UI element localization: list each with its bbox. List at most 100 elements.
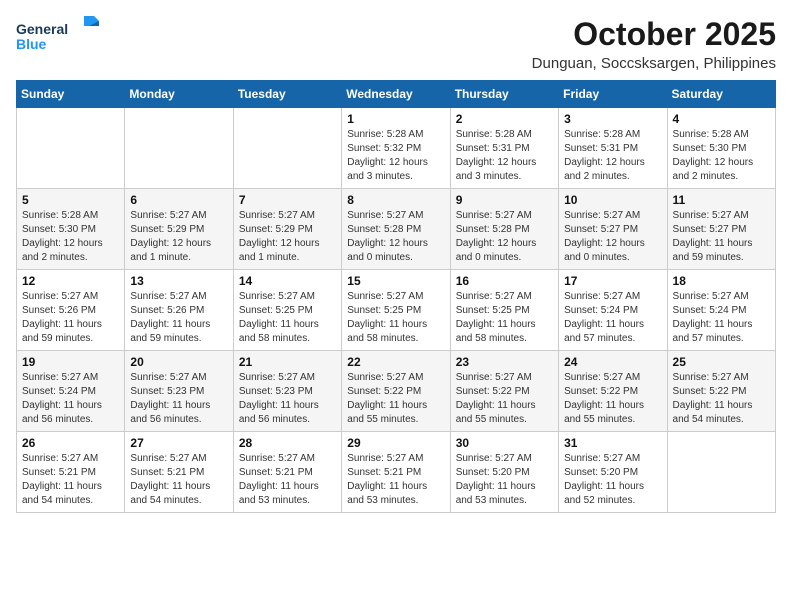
calendar-cell: 12Sunrise: 5:27 AMSunset: 5:26 PMDayligh…: [17, 270, 125, 351]
day-number: 10: [564, 193, 661, 207]
day-number: 3: [564, 112, 661, 126]
day-info: Sunrise: 5:27 AMSunset: 5:22 PMDaylight:…: [673, 371, 770, 427]
calendar-cell: 23 Sunrise: 5:27 AMSunset: 5:22 PMDayligh…: [450, 351, 558, 432]
calendar-week-5: 26Sunrise: 5:27 AMSunset: 5:21 PMDayligh…: [17, 432, 776, 513]
calendar-cell: 3 Sunrise: 5:28 AMSunset: 5:31 PMDaylight…: [559, 108, 667, 189]
weekday-header-saturday: Saturday: [667, 81, 775, 108]
day-info: Sunrise: 5:27 AMSunset: 5:21 PMDaylight:…: [347, 452, 444, 508]
day-number: 24: [564, 355, 661, 369]
svg-text:General: General: [16, 21, 68, 37]
day-number: 1: [347, 112, 444, 126]
day-info: Sunrise: 5:27 AMSunset: 5:21 PMDaylight:…: [22, 452, 119, 508]
calendar-cell: 22 Sunrise: 5:27 AMSunset: 5:22 PMDayligh…: [342, 351, 450, 432]
day-number: 30: [456, 436, 553, 450]
calendar-cell: 27Sunrise: 5:27 AMSunset: 5:21 PMDayligh…: [125, 432, 233, 513]
day-info: Sunrise: 5:27 AMSunset: 5:28 PMDaylight:…: [347, 209, 444, 265]
subtitle: Dunguan, Soccsksargen, Philippines: [532, 55, 776, 72]
day-info: Sunrise: 5:27 AMSunset: 5:20 PMDaylight:…: [456, 452, 553, 508]
day-number: 28: [239, 436, 336, 450]
calendar-cell: 2 Sunrise: 5:28 AMSunset: 5:31 PMDaylight…: [450, 108, 558, 189]
calendar-cell: 26Sunrise: 5:27 AMSunset: 5:21 PMDayligh…: [17, 432, 125, 513]
day-info: Sunrise: 5:27 AMSunset: 5:22 PMDaylight:…: [456, 371, 553, 427]
calendar-cell: 18 Sunrise: 5:27 AMSunset: 5:24 PMDayligh…: [667, 270, 775, 351]
day-info: Sunrise: 5:27 AMSunset: 5:25 PMDaylight:…: [456, 290, 553, 346]
day-number: 17: [564, 274, 661, 288]
day-number: 6: [130, 193, 227, 207]
calendar-week-1: 1Sunrise: 5:28 AMSunset: 5:32 PMDaylight…: [17, 108, 776, 189]
calendar-cell: 16Sunrise: 5:27 AMSunset: 5:25 PMDayligh…: [450, 270, 558, 351]
day-number: 9: [456, 193, 553, 207]
day-info: Sunrise: 5:27 AMSunset: 5:29 PMDaylight:…: [130, 209, 227, 265]
svg-text:Blue: Blue: [16, 36, 47, 52]
calendar-cell: 8 Sunrise: 5:27 AMSunset: 5:28 PMDaylight…: [342, 189, 450, 270]
calendar-body: 1Sunrise: 5:28 AMSunset: 5:32 PMDaylight…: [17, 108, 776, 513]
calendar-cell: 31 Sunrise: 5:27 AMSunset: 5:20 PMDayligh…: [559, 432, 667, 513]
logo-svg: General Blue: [16, 16, 106, 56]
day-info: Sunrise: 5:28 AMSunset: 5:31 PMDaylight:…: [456, 128, 553, 184]
calendar-cell: 24 Sunrise: 5:27 AMSunset: 5:22 PMDayligh…: [559, 351, 667, 432]
month-title: October 2025: [532, 16, 776, 53]
calendar-cell: 20 Sunrise: 5:27 AMSunset: 5:23 PMDayligh…: [125, 351, 233, 432]
day-number: 7: [239, 193, 336, 207]
day-number: 2: [456, 112, 553, 126]
calendar-header: SundayMondayTuesdayWednesdayThursdayFrid…: [17, 81, 776, 108]
calendar-cell: 17Sunrise: 5:27 AMSunset: 5:24 PMDayligh…: [559, 270, 667, 351]
day-number: 18: [673, 274, 770, 288]
calendar-cell: 15Sunrise: 5:27 AMSunset: 5:25 PMDayligh…: [342, 270, 450, 351]
calendar-cell: 14 Sunrise: 5:27 AMSunset: 5:25 PMDayligh…: [233, 270, 341, 351]
day-number: 5: [22, 193, 119, 207]
logo: General Blue: [16, 16, 106, 56]
calendar-cell: 10 Sunrise: 5:27 AMSunset: 5:27 PMDayligh…: [559, 189, 667, 270]
day-number: 31: [564, 436, 661, 450]
day-info: Sunrise: 5:27 AMSunset: 5:26 PMDaylight:…: [22, 290, 119, 346]
day-info: Sunrise: 5:27 AMSunset: 5:21 PMDaylight:…: [239, 452, 336, 508]
day-info: Sunrise: 5:27 AMSunset: 5:29 PMDaylight:…: [239, 209, 336, 265]
day-info: Sunrise: 5:27 AMSunset: 5:27 PMDaylight:…: [673, 209, 770, 265]
day-number: 19: [22, 355, 119, 369]
calendar-cell: 9 Sunrise: 5:27 AMSunset: 5:28 PMDaylight…: [450, 189, 558, 270]
day-info: Sunrise: 5:27 AMSunset: 5:23 PMDaylight:…: [130, 371, 227, 427]
day-info: Sunrise: 5:28 AMSunset: 5:30 PMDaylight:…: [22, 209, 119, 265]
day-info: Sunrise: 5:27 AMSunset: 5:26 PMDaylight:…: [130, 290, 227, 346]
day-number: 11: [673, 193, 770, 207]
day-number: 8: [347, 193, 444, 207]
weekday-header-thursday: Thursday: [450, 81, 558, 108]
calendar-cell: 6 Sunrise: 5:27 AMSunset: 5:29 PMDaylight…: [125, 189, 233, 270]
day-info: Sunrise: 5:27 AMSunset: 5:22 PMDaylight:…: [564, 371, 661, 427]
day-number: 29: [347, 436, 444, 450]
calendar-cell: 25Sunrise: 5:27 AMSunset: 5:22 PMDayligh…: [667, 351, 775, 432]
calendar-cell: 4Sunrise: 5:28 AMSunset: 5:30 PMDaylight…: [667, 108, 775, 189]
day-number: 22: [347, 355, 444, 369]
day-info: Sunrise: 5:27 AMSunset: 5:23 PMDaylight:…: [239, 371, 336, 427]
day-number: 20: [130, 355, 227, 369]
day-number: 27: [130, 436, 227, 450]
header: General Blue October 2025 Dunguan, Soccs…: [16, 16, 776, 72]
day-info: Sunrise: 5:27 AMSunset: 5:22 PMDaylight:…: [347, 371, 444, 427]
day-info: Sunrise: 5:27 AMSunset: 5:20 PMDaylight:…: [564, 452, 661, 508]
calendar-cell: 5 Sunrise: 5:28 AMSunset: 5:30 PMDaylight…: [17, 189, 125, 270]
calendar-cell: 1Sunrise: 5:28 AMSunset: 5:32 PMDaylight…: [342, 108, 450, 189]
weekday-header-friday: Friday: [559, 81, 667, 108]
weekday-header-sunday: Sunday: [17, 81, 125, 108]
calendar-cell: 7 Sunrise: 5:27 AMSunset: 5:29 PMDaylight…: [233, 189, 341, 270]
day-info: Sunrise: 5:28 AMSunset: 5:31 PMDaylight:…: [564, 128, 661, 184]
calendar-cell: [667, 432, 775, 513]
day-info: Sunrise: 5:27 AMSunset: 5:28 PMDaylight:…: [456, 209, 553, 265]
day-info: Sunrise: 5:27 AMSunset: 5:25 PMDaylight:…: [239, 290, 336, 346]
calendar-cell: [125, 108, 233, 189]
day-number: 14: [239, 274, 336, 288]
calendar-cell: 28 Sunrise: 5:27 AMSunset: 5:21 PMDayligh…: [233, 432, 341, 513]
day-number: 23: [456, 355, 553, 369]
day-number: 15: [347, 274, 444, 288]
day-info: Sunrise: 5:27 AMSunset: 5:24 PMDaylight:…: [673, 290, 770, 346]
calendar-week-2: 5 Sunrise: 5:28 AMSunset: 5:30 PMDaylight…: [17, 189, 776, 270]
weekday-header-monday: Monday: [125, 81, 233, 108]
day-info: Sunrise: 5:27 AMSunset: 5:27 PMDaylight:…: [564, 209, 661, 265]
title-block: October 2025 Dunguan, Soccsksargen, Phil…: [532, 16, 776, 72]
day-number: 13: [130, 274, 227, 288]
calendar-cell: [233, 108, 341, 189]
calendar-cell: 13 Sunrise: 5:27 AMSunset: 5:26 PMDayligh…: [125, 270, 233, 351]
calendar-cell: 30 Sunrise: 5:27 AMSunset: 5:20 PMDayligh…: [450, 432, 558, 513]
calendar-week-3: 12Sunrise: 5:27 AMSunset: 5:26 PMDayligh…: [17, 270, 776, 351]
weekday-row: SundayMondayTuesdayWednesdayThursdayFrid…: [17, 81, 776, 108]
